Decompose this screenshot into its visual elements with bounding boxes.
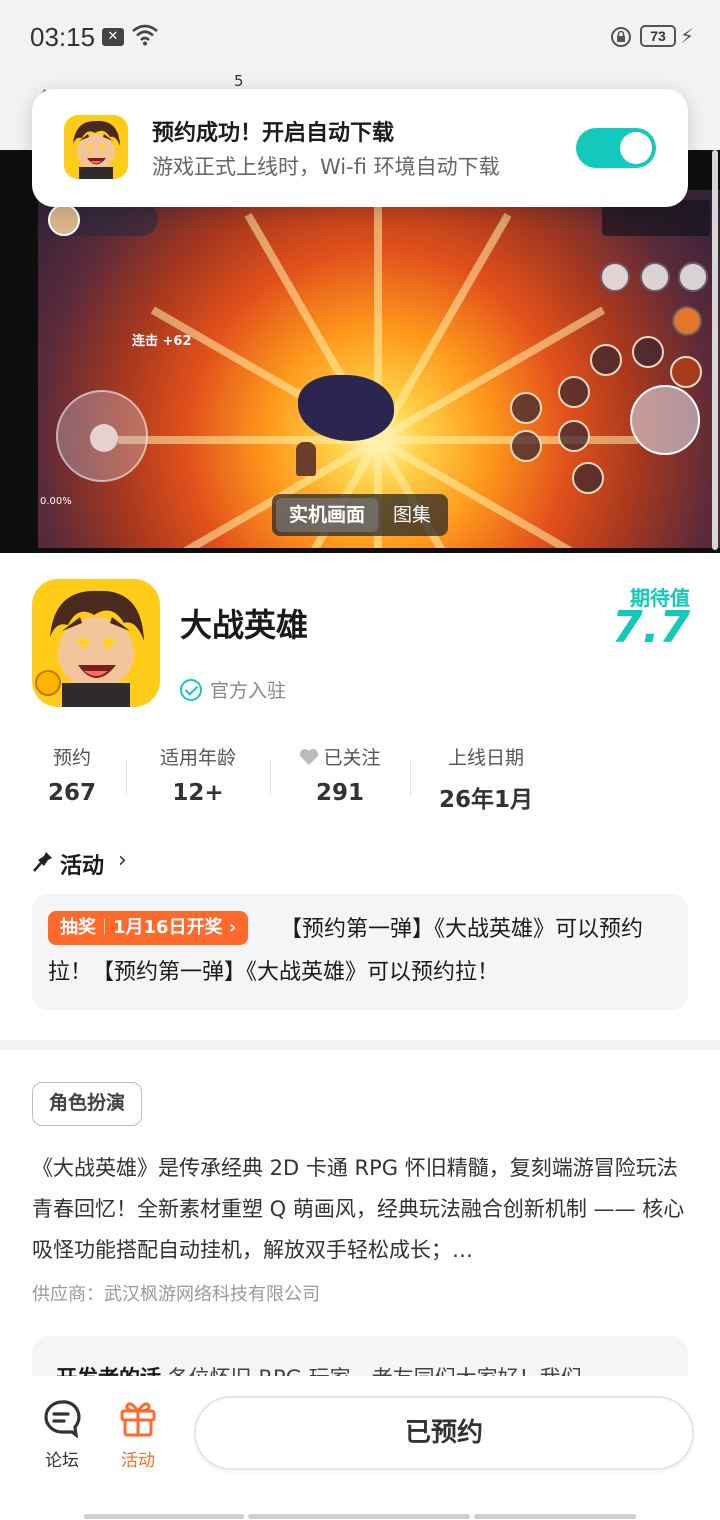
game-icon [32, 579, 160, 707]
toast-subtitle: 游戏正式上线时，Wi-fi 环境自动下载 [152, 155, 500, 179]
hero-character [296, 442, 316, 476]
stat-label: 已关注 [323, 747, 381, 769]
reservation-toast: 预约成功！开启自动下载 游戏正式上线时，Wi-fi 环境自动下载 [32, 89, 688, 207]
hud-skill-icon [572, 462, 604, 494]
hud-avatar [48, 204, 80, 236]
supplier-text: 供应商：武汉枫游网络科技有限公司 [32, 1284, 320, 1305]
stat-release-date: 上线日期 26年1月 [430, 744, 542, 814]
hud-menu-icon [678, 262, 708, 292]
stat-reservations: 预约 267 [32, 744, 112, 806]
lottery-badge[interactable]: 抽奖 1月16日开奖 › [48, 911, 249, 945]
stat-label: 预约 [52, 747, 91, 769]
hud-attack-icon [630, 385, 700, 455]
lock-rotation-icon [611, 27, 631, 47]
wifi-icon [132, 24, 158, 46]
nav-forum[interactable]: 论坛 [32, 1398, 92, 1471]
hud-status-icon [672, 306, 702, 336]
hud-skill-icon [558, 376, 590, 408]
stat-value: 12+ [172, 780, 224, 806]
chevron-right-icon: › [118, 848, 127, 873]
divider [410, 760, 411, 796]
badge-date: 1月16日开奖 [113, 917, 223, 938]
stat-followers[interactable]: 已关注 291 [290, 744, 390, 806]
hud-skill-icon [590, 344, 622, 376]
gesture-indicator [248, 1514, 470, 1519]
gift-icon [118, 1398, 158, 1438]
bottom-bar: 论坛 活动 已预约 [0, 1376, 720, 1520]
section-divider [0, 1040, 720, 1050]
media-tabs: 实机画面 图集 [272, 494, 448, 536]
gesture-indicator [474, 1514, 636, 1519]
status-bar: 03:15 ✕ 73 ⚡ [0, 0, 720, 75]
reserved-button[interactable]: 已预约 [194, 1396, 694, 1470]
toast-title: 预约成功！开启自动下载 [152, 121, 395, 146]
stat-value: 291 [315, 780, 364, 806]
nav-forum-label: 论坛 [45, 1451, 79, 1471]
pin-icon [33, 852, 52, 872]
gesture-indicator [84, 1514, 244, 1519]
activity-card[interactable]: 【预约第一弹】《大战英雄》可以预约拉！【预约第一弹】《大战英雄》可以预约拉！ 抽… [32, 894, 688, 1010]
expect-score: 7.7 [612, 602, 690, 653]
heart-icon [300, 749, 319, 765]
badge-type: 抽奖 [60, 917, 96, 938]
divider [270, 760, 271, 796]
status-time: 03:15 [30, 22, 96, 52]
hud-teleport-icon [600, 262, 630, 292]
hud-skill-icon [510, 392, 542, 424]
stat-label: 适用年龄 [159, 747, 236, 769]
genre-tag[interactable]: 角色扮演 [32, 1082, 143, 1126]
header-badge-number: 5 [234, 72, 244, 90]
hud-joystick [56, 390, 148, 482]
official-label: 官方入驻 [210, 680, 287, 702]
verified-check-icon [180, 679, 202, 701]
chevron-right-icon: › [222, 917, 237, 938]
media-gallery[interactable]: 连击 +62 0.00% 实机画面 图集 [0, 150, 720, 553]
nav-activity[interactable]: 活动 [108, 1398, 168, 1471]
boss-character [298, 375, 394, 441]
scrollbar[interactable] [712, 150, 718, 550]
forum-chat-icon [42, 1398, 82, 1439]
notification-x-icon: ✕ [102, 28, 124, 46]
official-badge: 官方入驻 [180, 676, 286, 703]
hud-skill-icon [510, 430, 542, 462]
tab-gallery[interactable]: 图集 [382, 498, 442, 532]
battery-indicator: 73 [640, 25, 676, 47]
stat-value: 267 [47, 780, 96, 806]
charging-icon: ⚡ [680, 24, 695, 48]
game-title: 大战英雄 [180, 606, 309, 644]
hud-skill-icon [558, 420, 590, 452]
auto-download-toggle[interactable] [576, 128, 656, 168]
hud-skill-icon [632, 336, 664, 368]
game-description[interactable]: 《大战英雄》是传承经典 2D 卡通 RPG 怀旧精髓，复刻端游冒险玩法青春回忆！… [32, 1148, 692, 1271]
game-icon [64, 115, 128, 179]
divider [126, 760, 127, 796]
tab-gameplay[interactable]: 实机画面 [276, 498, 378, 532]
nav-activity-label: 活动 [121, 1451, 155, 1471]
hud-skill-icon [670, 356, 702, 388]
stat-label: 上线日期 [447, 747, 524, 769]
stat-value: 26年1月 [438, 787, 533, 813]
hud-bag-icon [640, 262, 670, 292]
activity-title: 活动 [60, 854, 105, 879]
stat-age-rating: 适用年龄 12+ [148, 744, 248, 806]
hud-percent-text: 0.00% [40, 496, 72, 507]
hud-combo-text: 连击 +62 [132, 334, 192, 349]
